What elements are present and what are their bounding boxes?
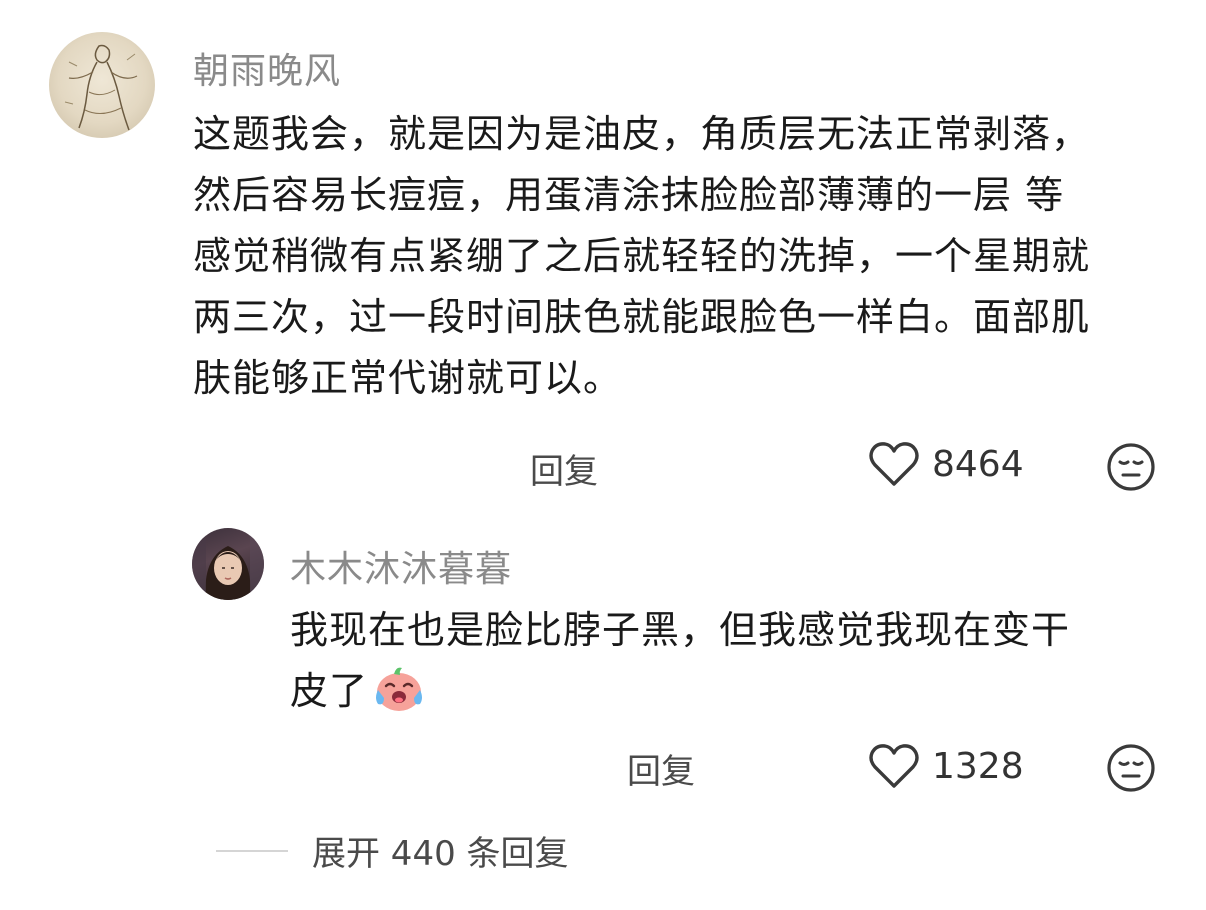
- comment-line: 皮了: [290, 669, 369, 713]
- reaction-button[interactable]: [1106, 743, 1156, 797]
- neutral-face-icon: [1107, 744, 1155, 792]
- avatar-illustration-icon: [64, 44, 138, 131]
- comment-username[interactable]: 朝雨晚风: [193, 42, 341, 94]
- comment-line: 这题我会，就是因为是油皮，角质层无法正常剥落，: [193, 112, 1091, 156]
- comment-line: 然后容易长痘痘，用蛋清涂抹脸脸部薄薄的一层 等: [193, 173, 1065, 217]
- avatar[interactable]: [49, 32, 155, 138]
- comment-line-with-emoji: 皮了: [290, 661, 1070, 732]
- comment-username[interactable]: 木木沐沐暮暮: [290, 540, 512, 592]
- comment-text: 我现在也是脸比脖子黑，但我感觉我现在变干 皮了: [290, 600, 1070, 732]
- comment-line: 感觉稍微有点紧绷了之后就轻轻的洗掉，一个星期就: [193, 234, 1091, 278]
- like-count: 1328: [932, 745, 1024, 787]
- heart-outline-icon: [869, 442, 919, 486]
- avatar[interactable]: [192, 528, 264, 600]
- reply-button[interactable]: 回复: [627, 744, 695, 793]
- expand-replies-label: 展开 440 条回复: [312, 834, 569, 874]
- comment-line: 我现在也是脸比脖子黑，但我感觉我现在变干: [290, 608, 1071, 652]
- divider-line: [216, 849, 288, 852]
- expand-replies-button[interactable]: 展开 440 条回复: [216, 826, 569, 875]
- like-button[interactable]: 1328: [868, 742, 1024, 790]
- comment-line: 两三次，过一段时间肤色就能跟脸色一样白。面部肌: [193, 295, 1091, 339]
- reply-button[interactable]: 回复: [530, 444, 598, 493]
- like-count: 8464: [932, 443, 1024, 485]
- comment-text: 这题我会，就是因为是油皮，角质层无法正常剥落， 然后容易长痘痘，用蛋清涂抹脸脸部…: [193, 104, 1090, 409]
- crying-laughing-emoji: [372, 664, 426, 732]
- like-button[interactable]: 8464: [868, 440, 1024, 488]
- neutral-face-icon: [1107, 443, 1155, 491]
- reaction-button[interactable]: [1106, 442, 1156, 496]
- heart-outline-icon: [869, 744, 919, 788]
- comment-line: 肤能够正常代谢就可以。: [193, 356, 623, 400]
- avatar-photo-icon: [192, 528, 264, 600]
